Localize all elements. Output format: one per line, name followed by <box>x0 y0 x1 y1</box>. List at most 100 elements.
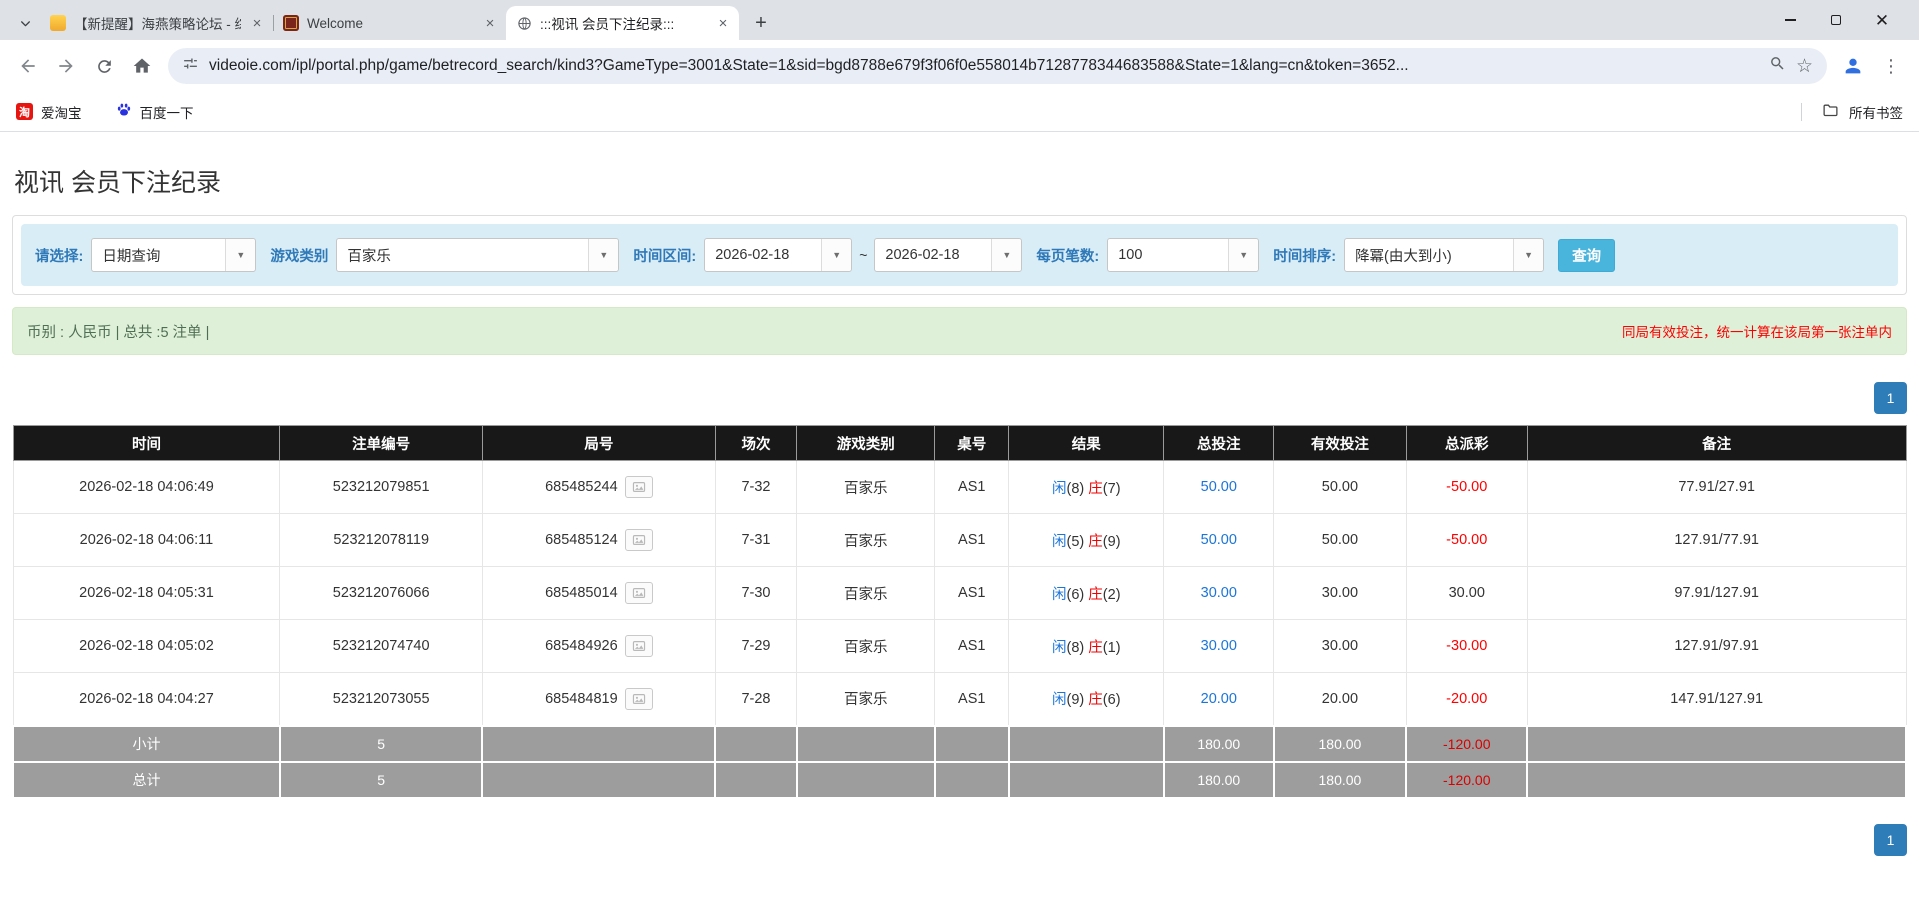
close-button[interactable]: ✕ <box>1859 0 1905 40</box>
address-bar[interactable]: videoie.com/ipl/portal.php/game/betrecor… <box>168 48 1827 84</box>
page-content: 视讯 会员下注纪录 请选择: 日期查询 ▼ 游戏类别 百家乐 ▼ 时间区间: 2… <box>0 163 1919 856</box>
total-row-total-bet: 180.00 <box>1164 762 1274 798</box>
result-player: 闲 <box>1052 692 1067 708</box>
round-replay-button[interactable] <box>625 582 653 604</box>
bookmark-star-icon[interactable]: ☆ <box>1796 55 1813 78</box>
result-banker: 庄 <box>1088 534 1103 550</box>
bookmark-taobao[interactable]: 淘 爱淘宝 <box>16 102 82 122</box>
tilde-separator: ~ <box>859 247 867 263</box>
forum-favicon-icon <box>50 15 66 31</box>
column-header-7: 总投注 <box>1164 426 1274 461</box>
cell-game-type: 百家乐 <box>797 514 935 567</box>
tab-title: 【新提醒】海燕策略论坛 - 综合 <box>74 13 241 33</box>
cell-round-id: 685484819 <box>482 673 715 726</box>
round-replay-button[interactable] <box>625 688 653 710</box>
site-info-tune-icon[interactable] <box>182 55 199 77</box>
zoom-magnifier-icon[interactable] <box>1769 55 1786 77</box>
subtotal-row-count: 5 <box>280 726 483 762</box>
payout-value: -50.00 <box>1446 532 1487 548</box>
round-replay-button[interactable] <box>625 476 653 498</box>
chevron-down-icon[interactable]: ▼ <box>225 239 255 271</box>
cell-round-id: 685485014 <box>482 567 715 620</box>
total-bet-link[interactable]: 50.00 <box>1201 532 1237 548</box>
forward-icon[interactable] <box>48 48 84 84</box>
subtotal-row-remark <box>1527 726 1906 762</box>
cell-session: 7-30 <box>715 567 796 620</box>
cell-bet-id: 523212076066 <box>280 567 483 620</box>
tab-close-icon[interactable]: × <box>249 15 265 31</box>
chevron-down-icon[interactable]: ▼ <box>588 239 618 271</box>
subtotal-row-payout: -120.00 <box>1406 726 1527 762</box>
round-replay-button[interactable] <box>625 635 653 657</box>
total-bet-link[interactable]: 30.00 <box>1201 585 1237 601</box>
chevron-down-icon[interactable]: ▼ <box>991 239 1021 271</box>
page-1-button[interactable]: 1 <box>1874 382 1907 414</box>
chevron-down-icon[interactable]: ▼ <box>1228 239 1258 271</box>
back-icon[interactable] <box>10 48 46 84</box>
chevron-down-icon[interactable]: ▼ <box>821 239 851 271</box>
cell-total-bet: 50.00 <box>1164 461 1274 514</box>
tab-search-chevron-icon[interactable] <box>10 6 40 40</box>
page-title: 视讯 会员下注纪录 <box>14 163 1905 199</box>
subtotal-row-empty <box>797 726 935 762</box>
page-1-button[interactable]: 1 <box>1874 824 1907 856</box>
cell-result: 闲(8) 庄(1) <box>1009 620 1164 673</box>
currency-summary-text: 币别 : 人民币 | 总共 :5 注单 | <box>27 321 209 342</box>
cell-table-no: AS1 <box>935 567 1009 620</box>
tab-forum[interactable]: 【新提醒】海燕策略论坛 - 综合 × <box>40 6 273 40</box>
profile-avatar-icon[interactable] <box>1835 48 1871 84</box>
cell-result: 闲(6) 庄(2) <box>1009 567 1164 620</box>
chevron-down-icon[interactable]: ▼ <box>1513 239 1543 271</box>
time-sort-select[interactable]: 降冪(由大到小) ▼ <box>1344 238 1544 272</box>
cell-table-no: AS1 <box>935 514 1009 567</box>
round-replay-button[interactable] <box>625 529 653 551</box>
table-row: 2026-02-18 04:05:31523212076066685485014… <box>13 567 1906 620</box>
column-header-10: 备注 <box>1527 426 1906 461</box>
total-bet-link[interactable]: 50.00 <box>1201 479 1237 495</box>
cell-bet-id: 523212078119 <box>280 514 483 567</box>
tab-title: :::视讯 会员下注纪录::: <box>540 13 707 33</box>
minimize-button[interactable] <box>1767 0 1813 40</box>
total-row-payout: -120.00 <box>1406 762 1527 798</box>
cell-bet-id: 523212079851 <box>280 461 483 514</box>
column-header-9: 总派彩 <box>1406 426 1527 461</box>
result-player: 闲 <box>1052 587 1067 603</box>
select-type-label: 请选择: <box>35 245 83 266</box>
url-text[interactable]: videoie.com/ipl/portal.php/game/betrecor… <box>209 57 1759 75</box>
cell-round-id: 685485124 <box>482 514 715 567</box>
maximize-button[interactable] <box>1813 0 1859 40</box>
query-type-select[interactable]: 日期查询 ▼ <box>91 238 256 272</box>
bet-record-table: 时间注单编号局号场次游戏类别桌号结果总投注有效投注总派彩备注 2026-02-1… <box>12 425 1907 799</box>
all-bookmarks-label[interactable]: 所有书签 <box>1849 102 1903 122</box>
result-banker: 庄 <box>1088 481 1103 497</box>
new-tab-button[interactable]: + <box>747 9 775 37</box>
tab-close-icon[interactable]: × <box>482 15 498 31</box>
date-from-select[interactable]: 2026-02-18 ▼ <box>704 238 852 272</box>
game-category-label: 游戏类别 <box>270 245 328 266</box>
home-icon[interactable] <box>124 48 160 84</box>
cell-time: 2026-02-18 04:04:27 <box>13 673 280 726</box>
cell-session: 7-32 <box>715 461 796 514</box>
bookmark-baidu[interactable]: 百度一下 <box>116 102 194 122</box>
date-to-select[interactable]: 2026-02-18 ▼ <box>874 238 1022 272</box>
round-id-text: 685484819 <box>545 691 618 707</box>
table-header-row: 时间注单编号局号场次游戏类别桌号结果总投注有效投注总派彩备注 <box>13 426 1906 461</box>
tab-bet-record[interactable]: :::视讯 会员下注纪录::: × <box>506 6 739 40</box>
time-sort-label: 时间排序: <box>1273 245 1336 266</box>
cell-remark: 127.91/77.91 <box>1527 514 1906 567</box>
column-header-0: 时间 <box>13 426 280 461</box>
total-bet-link[interactable]: 20.00 <box>1201 691 1237 707</box>
cell-game-type: 百家乐 <box>797 461 935 514</box>
cell-time: 2026-02-18 04:05:02 <box>13 620 280 673</box>
tab-close-icon[interactable]: × <box>715 15 731 31</box>
menu-kebab-icon[interactable]: ⋮ <box>1873 48 1909 84</box>
total-bet-link[interactable]: 30.00 <box>1201 638 1237 654</box>
column-header-8: 有效投注 <box>1274 426 1407 461</box>
subtotal-row-empty <box>1009 726 1164 762</box>
search-button[interactable]: 查询 <box>1558 239 1615 272</box>
game-category-select[interactable]: 百家乐 ▼ <box>336 238 619 272</box>
reload-icon[interactable] <box>86 48 122 84</box>
page-size-select[interactable]: 100 ▼ <box>1107 238 1259 272</box>
tab-welcome[interactable]: Welcome × <box>273 6 506 40</box>
bookmark-label: 爱淘宝 <box>41 102 82 122</box>
